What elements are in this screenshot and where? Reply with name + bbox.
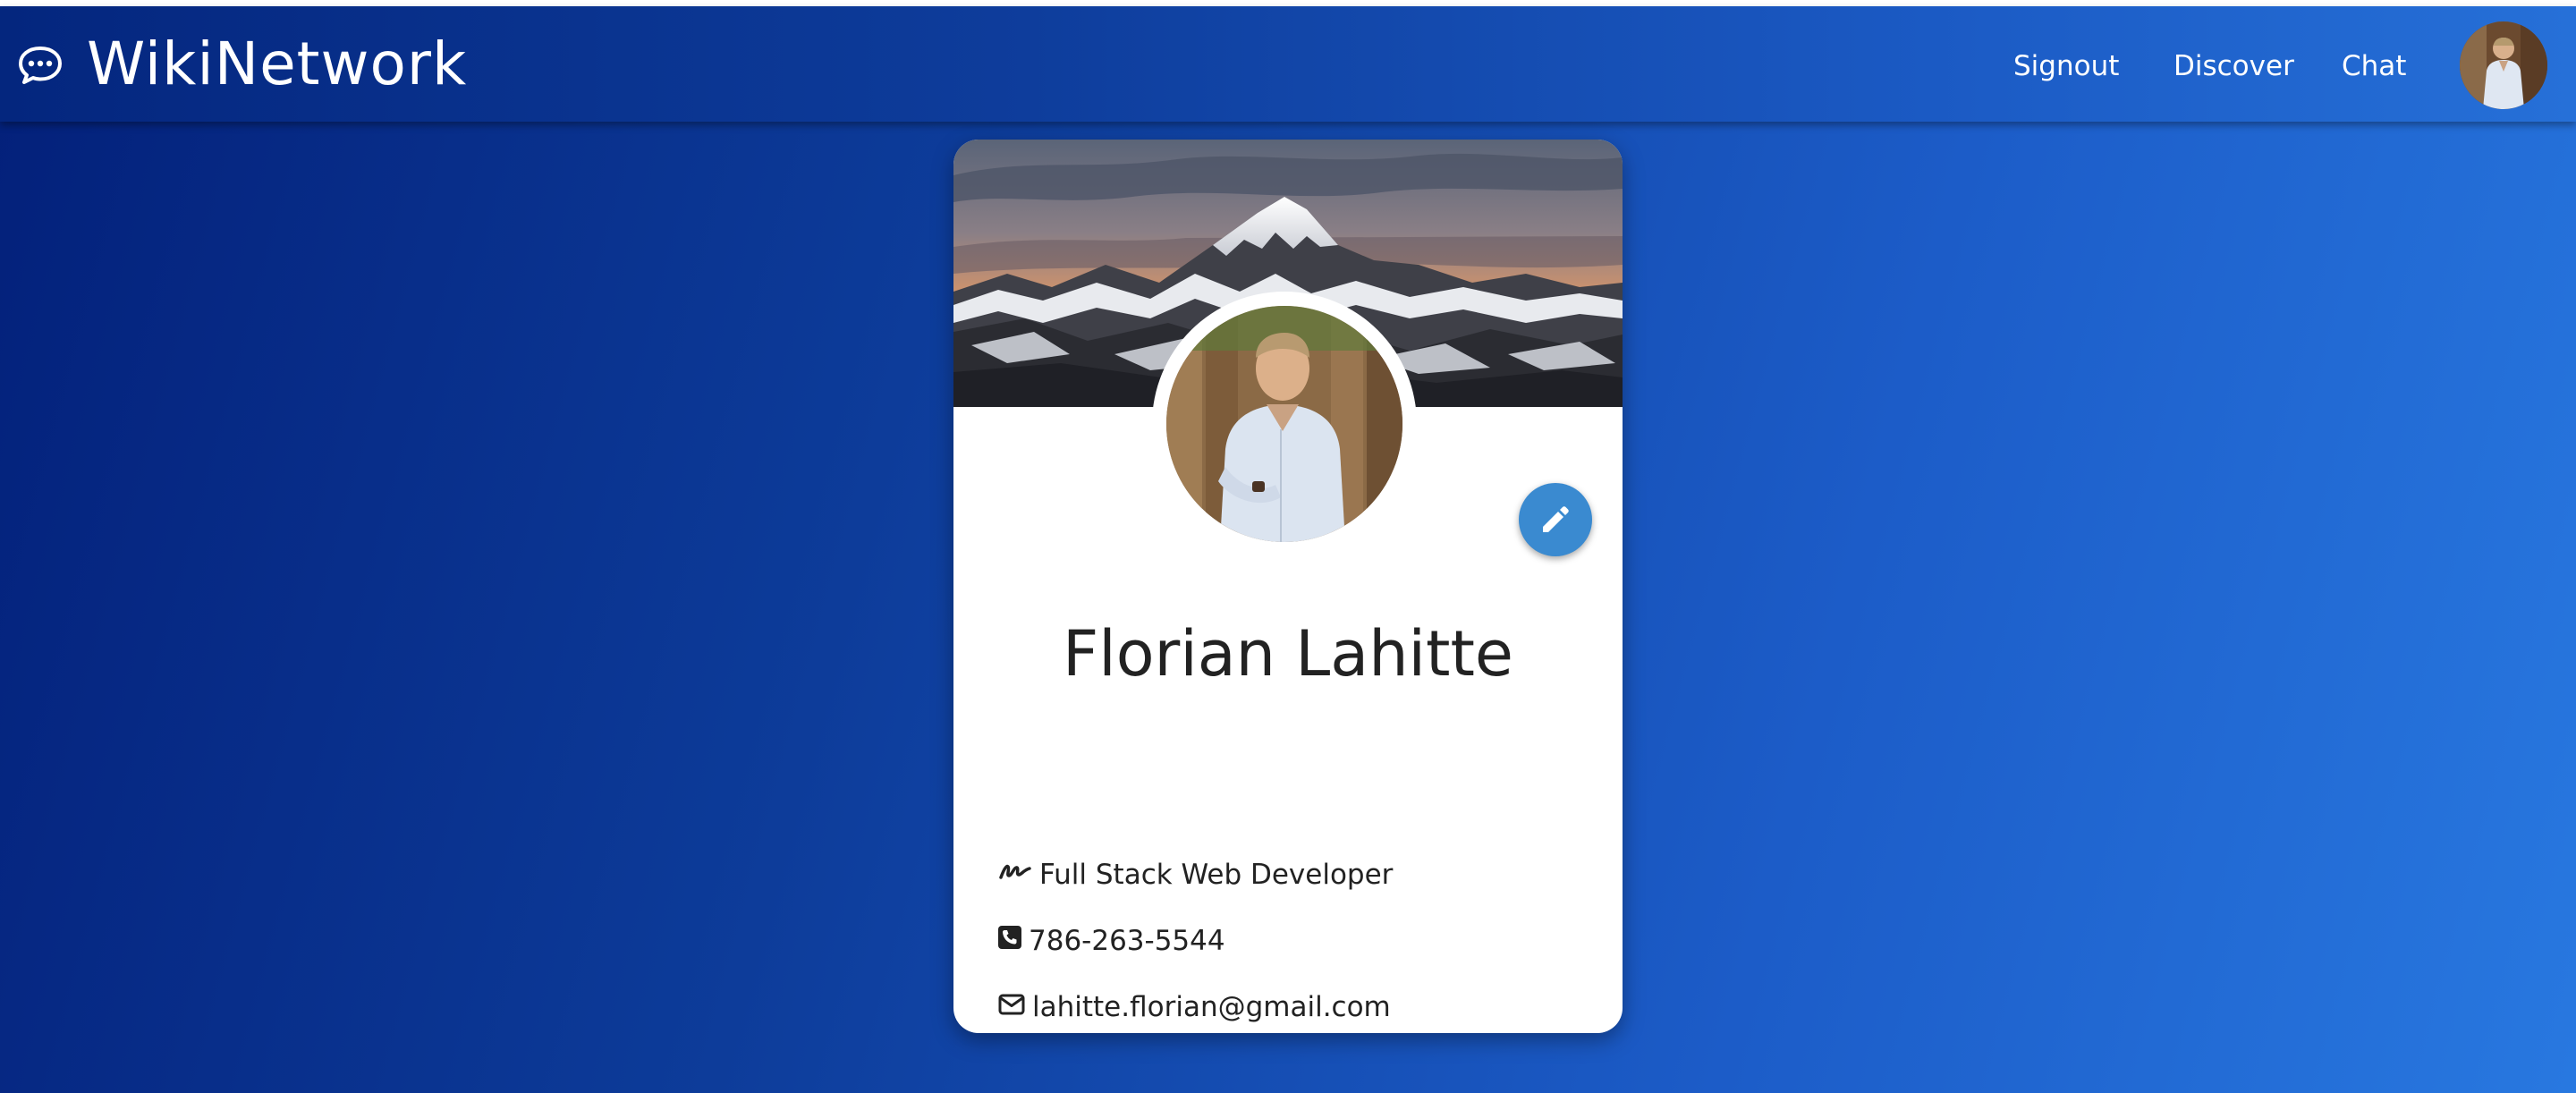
chat-bubble-icon[interactable] [18,46,63,85]
profile-phone[interactable]: 786-263-5544 [1029,925,1225,957]
profile-title-row: Full Stack Web Developer [998,855,1393,894]
navbar: WikiNetwork Signout Discover Chat [0,6,2576,122]
user-avatar[interactable] [2460,21,2547,109]
profile-photo [1152,292,1417,556]
phone-square-icon [998,920,1021,960]
profile-phone-row: 786-263-5544 [998,921,1225,961]
top-strip [0,0,2576,6]
pencil-icon [1543,506,1569,532]
brand-name[interactable]: WikiNetwork [87,24,467,105]
edit-profile-button[interactable] [1519,483,1592,556]
profile-email[interactable]: lahitte.florian@gmail.com [1032,991,1391,1023]
profile-card: Florian Lahitte Full Stack Web Developer… [953,140,1623,1033]
nav-signout-link[interactable]: Signout [2013,44,2119,89]
signature-icon [998,854,1032,894]
profile-email-row: lahitte.florian@gmail.com [998,987,1391,1027]
profile-name: Florian Lahitte [1063,617,1513,691]
nav-discover-link[interactable]: Discover [2174,44,2294,89]
envelope-icon [998,987,1025,1026]
profile-title: Full Stack Web Developer [1039,859,1394,891]
nav-chat-link[interactable]: Chat [2342,44,2406,89]
